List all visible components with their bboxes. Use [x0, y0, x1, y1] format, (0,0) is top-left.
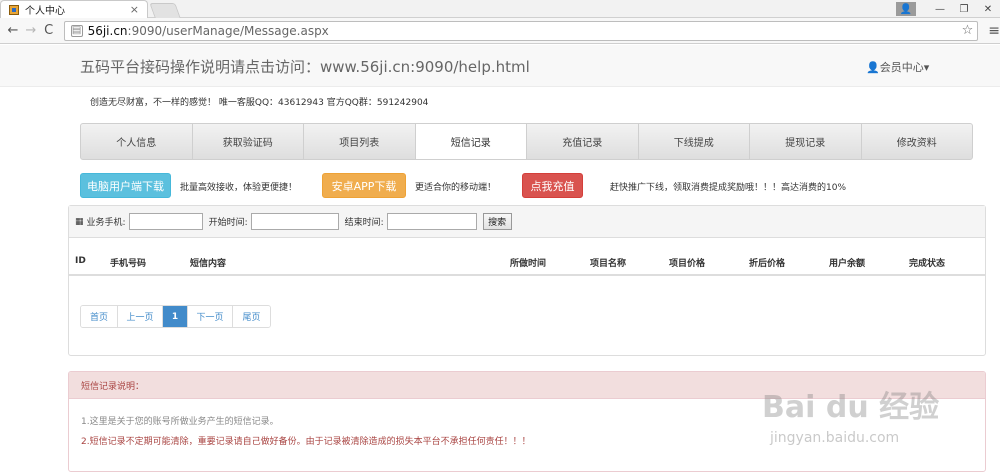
col-sms-content: 短信内容: [190, 259, 227, 269]
col-discount-price: 折后价格: [749, 259, 786, 269]
start-time-label: 开始时间:: [208, 218, 248, 228]
tab-downline-commission[interactable]: 下线提成: [639, 124, 750, 159]
page-info-icon[interactable]: ▤: [70, 24, 83, 37]
col-phone: 手机号码: [110, 259, 147, 269]
phone-label: 业务手机:: [86, 218, 126, 228]
page-current[interactable]: 1: [163, 306, 188, 327]
watermark-url: jingyan.baidu.com: [770, 430, 900, 446]
filter-bar: ▦ 业务手机: 开始时间: 结束时间: 搜索: [69, 206, 985, 238]
notice-line-1: 1.这里是关于您的账号所做业务产生的短信记录。: [81, 417, 279, 427]
watermark-logo: Bai du 经验: [762, 390, 940, 425]
favicon-icon: [9, 4, 19, 15]
close-icon[interactable]: ✕: [976, 4, 1000, 15]
baidu-watermark: Bai du 经验 jingyan.baidu.com: [762, 382, 962, 462]
tab-get-code[interactable]: 获取验证码: [193, 124, 304, 159]
col-user-balance: 用户余额: [829, 259, 866, 269]
page-next[interactable]: 下一页: [188, 306, 233, 327]
col-status: 完成状态: [909, 259, 946, 269]
restore-icon[interactable]: ❐: [952, 4, 976, 15]
filter-icon: ▦: [75, 216, 84, 227]
url-path: :9090/userManage/Message.aspx: [127, 23, 329, 38]
new-tab-button[interactable]: [149, 3, 181, 18]
android-download-text: 更适合你的移动端！: [415, 183, 497, 193]
col-project-name: 项目名称: [590, 259, 627, 269]
forward-icon[interactable]: →: [22, 23, 40, 38]
tab-edit-profile[interactable]: 修改资料: [862, 124, 973, 159]
col-id: ID: [75, 256, 86, 266]
window-controls: 👤 — ❐ ✕: [896, 0, 1000, 18]
pagination: 首页 上一页 1 下一页 尾页: [80, 305, 271, 328]
page-first[interactable]: 首页: [81, 306, 118, 327]
tab-personal-info[interactable]: 个人信息: [81, 124, 193, 159]
tab-close-icon[interactable]: ×: [130, 3, 139, 16]
sms-records-panel: ▦ 业务手机: 开始时间: 结束时间: 搜索 ID 手机号码 短信内容 所做时间…: [68, 205, 986, 356]
profile-icon[interactable]: 👤: [896, 2, 916, 16]
bookmark-star-icon[interactable]: ☆: [962, 23, 974, 38]
address-bar[interactable]: ▤ 56ji.cn :9090/userManage/Message.aspx …: [63, 20, 979, 41]
browser-tabstrip: 个人中心 × 👤 — ❐ ✕: [0, 0, 1000, 18]
phone-input[interactable]: [128, 213, 203, 230]
tab-title: 个人中心: [25, 6, 65, 17]
notice-line-2: 2.短信记录不定期可能清除，重要记录请自己做好备份。由于记录被清除造成的损失本平…: [81, 437, 531, 447]
tab-project-list[interactable]: 项目列表: [304, 124, 416, 159]
android-download-button[interactable]: 安卓APP下载: [322, 173, 406, 198]
url-host: 56ji.cn: [87, 23, 128, 38]
recharge-button[interactable]: 点我充值: [522, 173, 583, 198]
end-time-input[interactable]: [386, 213, 477, 230]
pc-download-text: 批量高效接收，体验更便捷！: [180, 183, 298, 193]
page-title[interactable]: 五码平台接码操作说明请点击访问：www.56ji.cn:9090/help.ht…: [80, 56, 530, 77]
browser-tab-active[interactable]: 个人中心 ×: [0, 0, 148, 18]
end-time-label: 结束时间:: [344, 218, 384, 228]
tab-withdraw-records[interactable]: 提现记录: [750, 124, 862, 159]
main-nav-tabs: 个人信息 获取验证码 项目列表 短信记录 充值记录 下线提成 提现记录 修改资料: [80, 123, 973, 160]
recharge-promo-text: 赶快推广下线，领取消费提成奖励哦！！！高达消费的10%: [610, 183, 847, 193]
page-last[interactable]: 尾页: [233, 306, 270, 327]
action-row: 电脑用户端下载 批量高效接收，体验更便捷！ 安卓APP下载 更适合你的移动端！ …: [0, 173, 1000, 199]
member-center-menu[interactable]: 👤会员中心▾: [866, 59, 929, 75]
col-time: 所做时间: [510, 259, 547, 269]
tab-recharge-records[interactable]: 充值记录: [527, 124, 639, 159]
search-button[interactable]: 搜索: [482, 213, 512, 230]
browser-menu-icon[interactable]: ≡: [988, 23, 1000, 39]
col-project-price: 项目价格: [669, 259, 706, 269]
tagline: 创造无尽财富，不一样的感觉！ 唯一客服QQ：43612943 官方QQ群：591…: [90, 98, 429, 108]
reload-icon[interactable]: C: [40, 23, 58, 38]
browser-toolbar: ← → C ▤ 56ji.cn :9090/userManage/Message…: [0, 18, 1000, 44]
minimize-icon[interactable]: —: [928, 4, 952, 15]
page-prev[interactable]: 上一页: [118, 306, 163, 327]
table-header: ID 手机号码 短信内容 所做时间 项目名称 项目价格 折后价格 用户余额 完成…: [69, 238, 985, 276]
pc-download-button[interactable]: 电脑用户端下载: [80, 173, 171, 198]
tab-sms-records[interactable]: 短信记录: [415, 124, 527, 159]
top-banner: 五码平台接码操作说明请点击访问：www.56ji.cn:9090/help.ht…: [0, 45, 1000, 87]
start-time-input[interactable]: [250, 213, 339, 230]
back-icon[interactable]: ←: [4, 23, 22, 38]
